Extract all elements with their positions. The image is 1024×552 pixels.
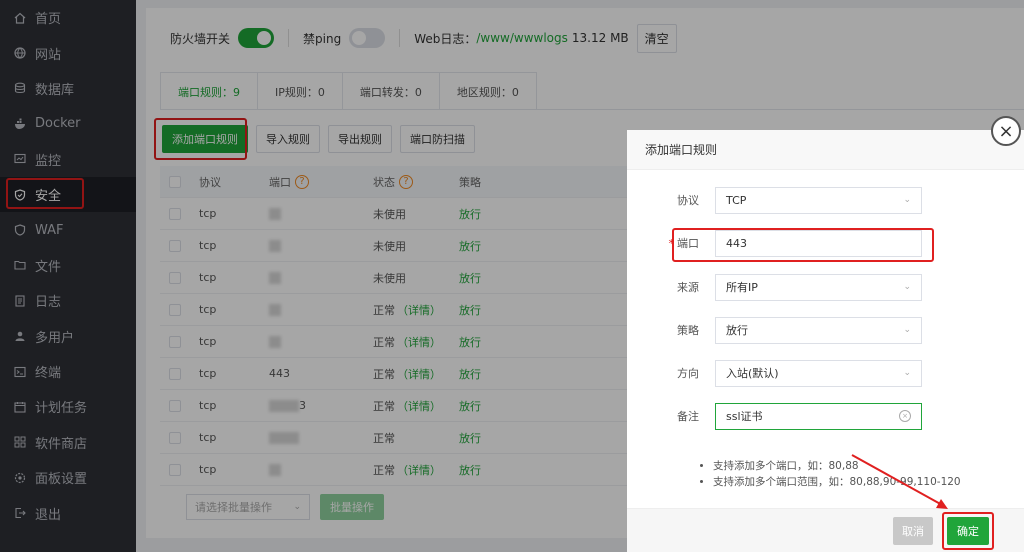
policy-value: 放行 bbox=[726, 324, 748, 337]
note-value: ssl证书 bbox=[726, 410, 763, 423]
chevron-down-icon: ⌄ bbox=[903, 325, 911, 335]
protocol-select[interactable]: TCP ⌄ bbox=[715, 186, 922, 214]
port-field-highlight-box bbox=[672, 228, 934, 262]
source-value: 所有IP bbox=[726, 281, 758, 294]
note-row: 备注 ssl证书 × bbox=[627, 402, 1024, 430]
note-label: 备注 bbox=[677, 410, 699, 423]
dialog-title: 添加端口规则 bbox=[627, 130, 1024, 170]
clear-input-icon[interactable]: × bbox=[899, 410, 911, 422]
direction-value: 入站(默认) bbox=[726, 367, 779, 380]
source-label: 来源 bbox=[677, 281, 699, 294]
port-tips: 支持添加多个端口，如：80,88 支持添加多个端口范围，如：80,88,90-9… bbox=[699, 458, 961, 490]
cancel-button[interactable]: 取消 bbox=[893, 517, 933, 545]
direction-label: 方向 bbox=[677, 367, 699, 380]
protocol-value: TCP bbox=[726, 193, 747, 207]
policy-select[interactable]: 放行 ⌄ bbox=[715, 316, 922, 344]
policy-label: 策略 bbox=[677, 324, 699, 337]
chevron-down-icon: ⌄ bbox=[903, 282, 911, 292]
note-input[interactable]: ssl证书 × bbox=[715, 402, 922, 430]
chevron-down-icon: ⌄ bbox=[903, 368, 911, 378]
source-select[interactable]: 所有IP ⌄ bbox=[715, 273, 922, 301]
chevron-down-icon: ⌄ bbox=[903, 195, 911, 205]
tip-item: 支持添加多个端口范围，如：80,88,90-99,110-120 bbox=[713, 474, 961, 490]
direction-select[interactable]: 入站(默认) ⌄ bbox=[715, 359, 922, 387]
protocol-row: 协议 TCP ⌄ bbox=[627, 186, 1024, 214]
add-port-rule-dialog: 添加端口规则 协议 TCP ⌄ * 端口 443 来源 所有IP ⌄ 策略 放行 ⌄ 方… bbox=[627, 130, 1024, 552]
source-row: 来源 所有IP ⌄ bbox=[627, 273, 1024, 301]
tip-item: 支持添加多个端口，如：80,88 bbox=[713, 458, 961, 474]
policy-row: 策略 放行 ⌄ bbox=[627, 316, 1024, 344]
direction-row: 方向 入站(默认) ⌄ bbox=[627, 359, 1024, 387]
protocol-label: 协议 bbox=[677, 194, 699, 207]
close-icon[interactable]: × bbox=[991, 116, 1021, 146]
confirm-highlight-box bbox=[942, 512, 994, 550]
